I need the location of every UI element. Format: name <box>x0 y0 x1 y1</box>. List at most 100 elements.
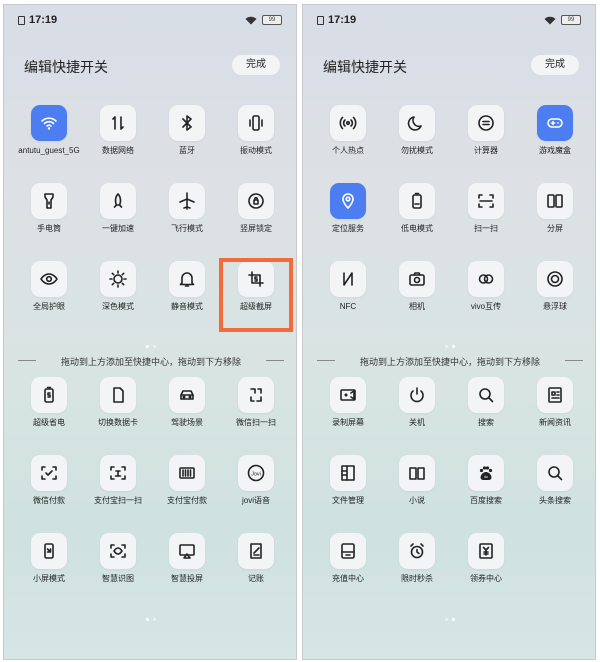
quick-tile[interactable]: 静音模式 <box>152 261 222 312</box>
drag-hint: 拖动到上方添加至快捷中心，拖动到下方移除 <box>303 355 595 368</box>
quick-tile[interactable]: 智慧识图 <box>83 533 153 584</box>
quick-tile[interactable]: 个人热点 <box>313 105 383 156</box>
done-button[interactable]: 完成 <box>531 55 579 75</box>
quick-tile[interactable]: 搜索 <box>451 377 521 428</box>
quick-tile[interactable]: 关机 <box>382 377 452 428</box>
quick-tile[interactable]: 支付宝扫一扫 <box>83 455 153 506</box>
tile-label: 录制屏幕 <box>332 418 364 427</box>
quick-tile[interactable]: 低电模式 <box>382 183 452 234</box>
tile-icon-button[interactable] <box>31 261 67 297</box>
tile-icon-button[interactable] <box>399 105 435 141</box>
tile-icon-button[interactable] <box>537 455 573 491</box>
done-button[interactable]: 完成 <box>232 55 280 75</box>
quick-tile[interactable]: vivo互传 <box>451 261 521 312</box>
quick-tile[interactable]: 竖屏锁定 <box>221 183 291 234</box>
tile-icon-button[interactable] <box>537 261 573 297</box>
quick-tile[interactable]: 定位服务 <box>313 183 383 234</box>
quick-tile[interactable]: NFC <box>313 261 383 312</box>
quick-tile[interactable]: 头条搜索 <box>520 455 590 506</box>
tile-icon-button[interactable] <box>399 455 435 491</box>
quick-tile[interactable]: Jovi jovi语音 <box>221 455 291 506</box>
tile-label: 飞行模式 <box>171 224 203 233</box>
quick-tile[interactable]: 游戏魔盒 <box>520 105 590 156</box>
quick-tile[interactable]: 飞行模式 <box>152 183 222 234</box>
tile-icon-button[interactable] <box>468 183 504 219</box>
quick-tile[interactable]: 数据网络 <box>83 105 153 156</box>
quick-tile[interactable]: 手电筒 <box>14 183 84 234</box>
quick-tile[interactable]: 一键加速 <box>83 183 153 234</box>
quick-tile[interactable]: 分屏 <box>520 183 590 234</box>
tile-icon-button[interactable]: Jovi <box>238 455 274 491</box>
tile-icon-button[interactable] <box>100 533 136 569</box>
tile-icon-button[interactable] <box>31 377 67 413</box>
quick-tile[interactable]: 记账 <box>221 533 291 584</box>
tile-icon-button[interactable] <box>468 377 504 413</box>
quick-tile[interactable]: 支付宝付款 <box>152 455 222 506</box>
tile-icon-button[interactable] <box>100 377 136 413</box>
tile-icon-button[interactable] <box>537 183 573 219</box>
tile-icon-button[interactable] <box>399 377 435 413</box>
tile-icon-button[interactable] <box>100 455 136 491</box>
tile-icon-button[interactable] <box>169 533 205 569</box>
tile-icon-button[interactable] <box>31 455 67 491</box>
quick-tile[interactable]: 智慧投屏 <box>152 533 222 584</box>
quick-tile[interactable]: du 百度搜索 <box>451 455 521 506</box>
tile-icon-button[interactable] <box>399 533 435 569</box>
quick-tile[interactable]: 新闻资讯 <box>520 377 590 428</box>
tile-icon-button[interactable] <box>330 261 366 297</box>
alarm-icon <box>410 543 424 559</box>
tile-icon-button[interactable] <box>330 533 366 569</box>
tile-icon-button[interactable] <box>169 455 205 491</box>
tile-icon-button[interactable] <box>238 377 274 413</box>
quick-tile[interactable]: 驾驶场景 <box>152 377 222 428</box>
quick-tile[interactable]: 勿扰模式 <box>382 105 452 156</box>
tile-icon-button[interactable] <box>169 105 205 141</box>
tile-icon-button[interactable] <box>238 533 274 569</box>
tile-icon-button[interactable] <box>169 183 205 219</box>
tile-icon-button[interactable] <box>468 105 504 141</box>
tile-icon-button[interactable] <box>238 183 274 219</box>
tile-icon-button[interactable] <box>169 261 205 297</box>
tile-icon-button[interactable] <box>100 105 136 141</box>
quick-tile[interactable]: antutu_guest_5G <box>14 105 84 156</box>
tile-icon-button[interactable] <box>537 377 573 413</box>
quick-tile[interactable]: 超级省电 <box>14 377 84 428</box>
quick-tile[interactable]: 悬浮球 <box>520 261 590 312</box>
quick-tile[interactable]: 扫一扫 <box>451 183 521 234</box>
tile-icon-button[interactable] <box>330 377 366 413</box>
tile-icon-button[interactable] <box>468 261 504 297</box>
quick-tile[interactable]: 全局护眼 <box>14 261 84 312</box>
tile-icon-button[interactable] <box>31 105 67 141</box>
quick-tile[interactable]: 微信付款 <box>14 455 84 506</box>
quick-tile[interactable]: 小说 <box>382 455 452 506</box>
quick-tile[interactable]: 计算器 <box>451 105 521 156</box>
quick-tile[interactable]: 充值中心 <box>313 533 383 584</box>
tile-icon-button[interactable] <box>330 105 366 141</box>
tile-icon-button[interactable] <box>330 455 366 491</box>
quick-tile[interactable]: 录制屏幕 <box>313 377 383 428</box>
quick-tile[interactable]: 领券中心 <box>451 533 521 584</box>
tile-icon-button[interactable] <box>537 105 573 141</box>
tile-icon-button[interactable] <box>399 183 435 219</box>
tile-icon-button[interactable] <box>169 377 205 413</box>
quick-tile[interactable]: 蓝牙 <box>152 105 222 156</box>
quick-tile[interactable]: 限时秒杀 <box>382 533 452 584</box>
tile-icon-button[interactable] <box>399 261 435 297</box>
tile-icon-button[interactable] <box>100 261 136 297</box>
quick-tile[interactable]: 相机 <box>382 261 452 312</box>
tile-icon-button[interactable] <box>330 183 366 219</box>
quick-tile[interactable]: 振动模式 <box>221 105 291 156</box>
tile-icon-button[interactable] <box>100 183 136 219</box>
tile-label: 勿扰模式 <box>401 146 433 155</box>
quick-tile[interactable]: 文件管理 <box>313 455 383 506</box>
tile-icon-button[interactable] <box>31 183 67 219</box>
quick-tile[interactable]: 微信扫一扫 <box>221 377 291 428</box>
tile-label: NFC <box>339 302 357 311</box>
quick-tile[interactable]: 切换数据卡 <box>83 377 153 428</box>
tile-icon-button[interactable]: du <box>468 455 504 491</box>
quick-tile[interactable]: 小屏模式 <box>14 533 84 584</box>
tile-icon-button[interactable] <box>238 105 274 141</box>
quick-tile[interactable]: 深色模式 <box>83 261 153 312</box>
tile-icon-button[interactable] <box>31 533 67 569</box>
tile-icon-button[interactable] <box>468 533 504 569</box>
